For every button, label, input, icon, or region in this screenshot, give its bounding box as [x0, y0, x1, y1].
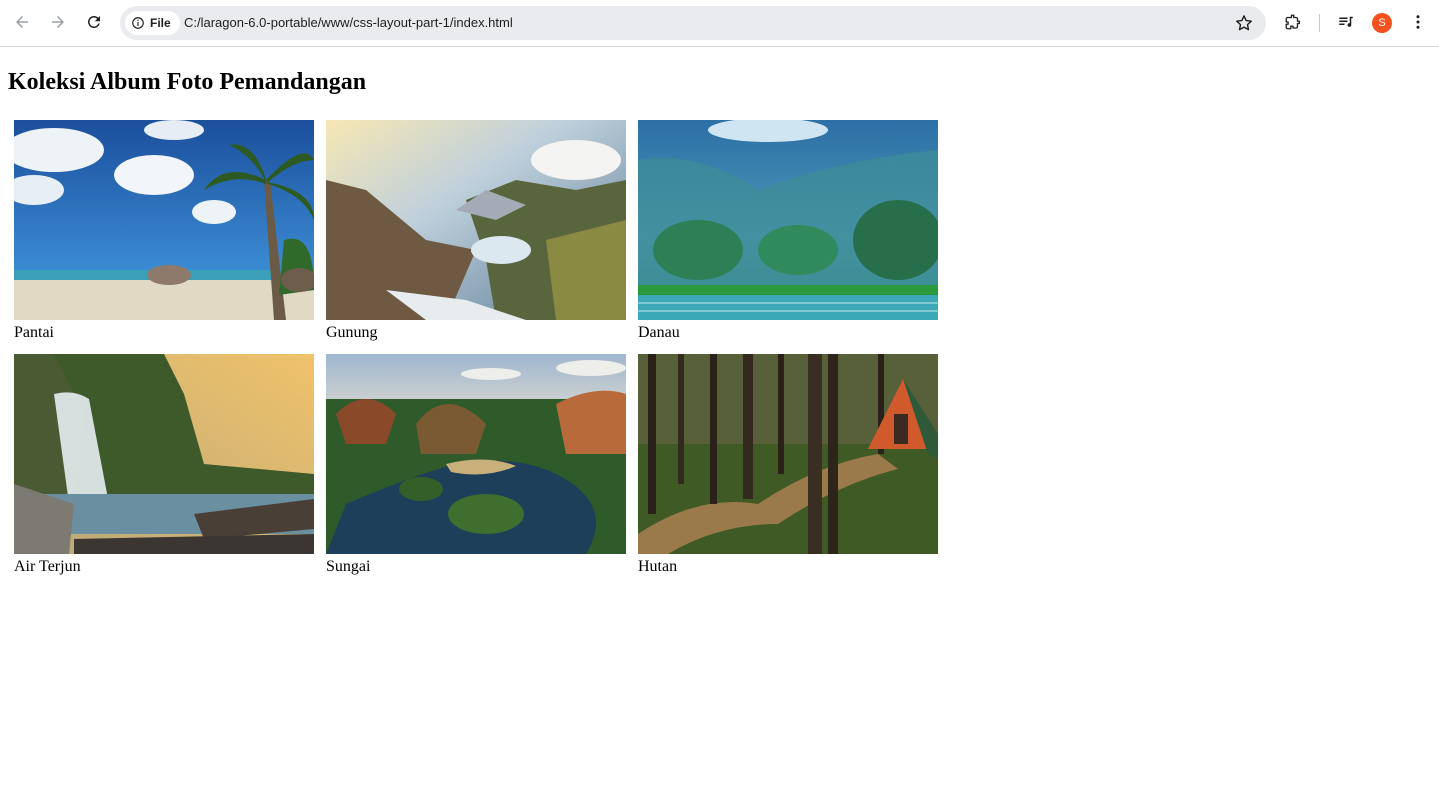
forward-icon	[52, 16, 64, 28]
gallery-item-hutan: Hutan	[638, 354, 938, 577]
gallery-item-pantai: Pantai	[14, 120, 314, 343]
reload-button[interactable]	[80, 8, 108, 36]
photo-caption: Danau	[638, 324, 680, 341]
site-info-label: File	[150, 16, 171, 30]
photo-forest	[638, 354, 938, 554]
back-button[interactable]	[8, 8, 36, 36]
menu-dots-icon	[1416, 15, 1420, 29]
site-info-chip[interactable]: File	[125, 11, 180, 35]
photo-waterfall	[14, 354, 314, 554]
extensions-button[interactable]	[1281, 10, 1305, 34]
photo-caption: Pantai	[14, 324, 54, 341]
gallery-item-gunung: Gunung	[326, 120, 626, 343]
address-bar[interactable]: File C:/laragon-6.0-portable/www/css-lay…	[120, 6, 1266, 40]
photo-caption: Air Terjun	[14, 558, 81, 575]
star-icon[interactable]	[1234, 13, 1254, 33]
info-icon	[132, 17, 144, 29]
browser-toolbar: File C:/laragon-6.0-portable/www/css-lay…	[0, 0, 1439, 47]
gallery-item-danau: Danau	[638, 120, 938, 343]
toolbar-separator	[1319, 14, 1320, 32]
photo-beach	[14, 120, 314, 320]
photo-caption: Sungai	[326, 558, 371, 575]
page-body: Koleksi Album Foto Pemandangan Pantai Gu…	[8, 47, 938, 575]
gallery-item-sungai: Sungai	[326, 354, 626, 577]
url-text[interactable]: C:/laragon-6.0-portable/www/css-layout-p…	[184, 6, 513, 40]
reload-icon	[87, 15, 100, 28]
photo-lake	[638, 120, 938, 320]
photo-mountain	[326, 120, 626, 320]
media-control-button[interactable]	[1334, 10, 1358, 34]
gallery-item-air-terjun: Air Terjun	[14, 354, 314, 577]
extensions-icon	[1285, 14, 1301, 30]
forward-button[interactable]	[44, 8, 72, 36]
photo-river	[326, 354, 626, 554]
profile-avatar[interactable]: S	[1372, 13, 1392, 33]
media-control-icon	[1339, 16, 1353, 27]
photo-caption: Hutan	[638, 558, 678, 575]
photo-caption: Gunung	[326, 324, 378, 341]
page-title: Koleksi Album Foto Pemandangan	[8, 69, 367, 95]
menu-button[interactable]	[1406, 10, 1430, 34]
back-icon	[16, 16, 28, 28]
